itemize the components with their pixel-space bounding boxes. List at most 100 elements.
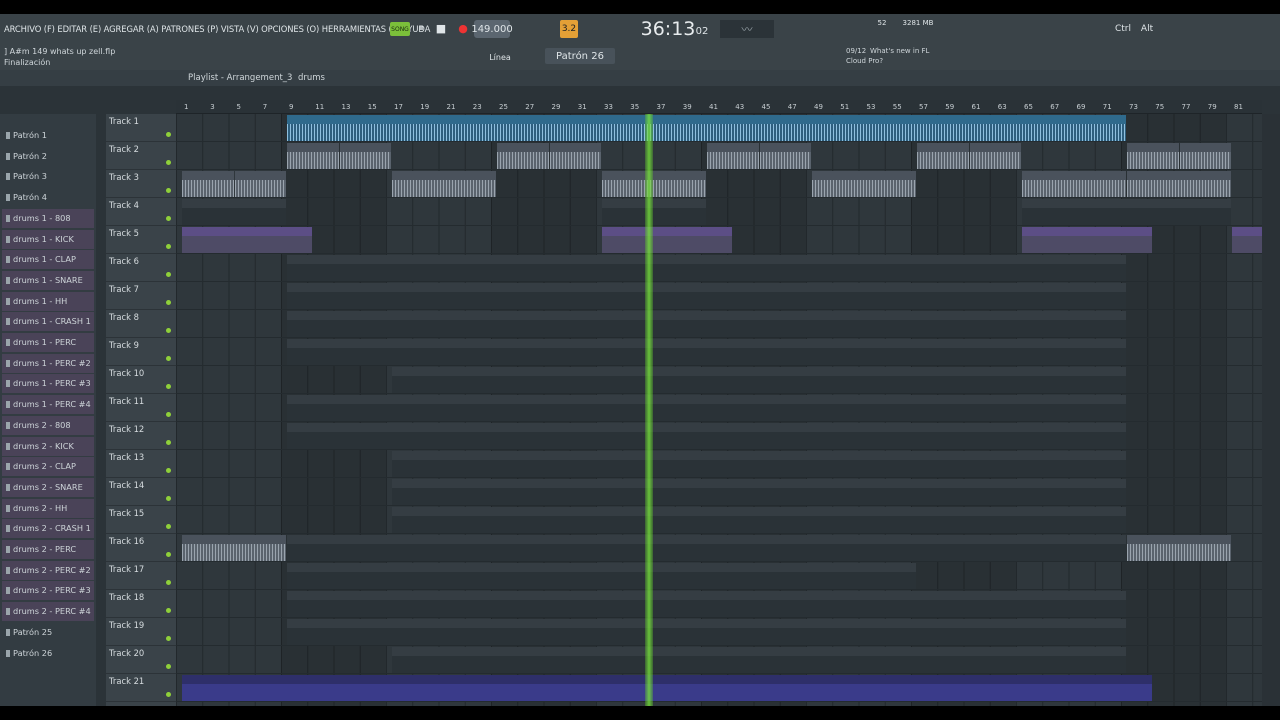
track-header[interactable]: Track 13 [106, 450, 176, 478]
track-header[interactable]: Track 12 [106, 422, 176, 450]
vertical-scrollbar[interactable] [1262, 114, 1280, 706]
pattern-item[interactable]: Patrón 1 [2, 126, 94, 145]
record-icon[interactable]: ● [456, 21, 470, 35]
track-mute-led[interactable] [166, 272, 171, 277]
playlist-clip[interactable]: drum..C #4 [392, 507, 1126, 533]
pattern-item[interactable]: drums 2 - 808 [2, 415, 94, 435]
pattern-item[interactable]: Patrón 3 [2, 167, 94, 186]
playlist-clip[interactable]: me.. [392, 171, 496, 197]
playlist-clip[interactable]: melo 2 [287, 143, 339, 169]
pattern-item[interactable]: drums 1 - PERC [2, 333, 94, 352]
playlist-clip[interactable]: Patrón 26 [182, 199, 286, 225]
track-header[interactable]: Track 8 [106, 310, 176, 338]
track-mute-led[interactable] [166, 356, 171, 361]
pattern-item[interactable]: drums 2 - KICK [2, 436, 94, 456]
playlist-clip[interactable]: Endless Smile - LP - Intensit [1022, 227, 1153, 253]
playlist-clip[interactable]: drums..HH [287, 395, 1126, 421]
track-mute-led[interactable] [166, 552, 171, 557]
playlist-clip[interactable]: melo 1 [1127, 171, 1231, 197]
playlist-clip[interactable]: drum..C #3 [392, 367, 1126, 393]
playlist-clip[interactable]: drum..C #2 [392, 479, 1126, 505]
track-header[interactable]: Track 2 [106, 142, 176, 170]
pattern-item[interactable]: drums 1 - CRASH 1 [2, 312, 94, 332]
playlist-clip[interactable]: melo 2 [969, 143, 1021, 169]
track-header[interactable]: Track 11 [106, 394, 176, 422]
track-mute-led[interactable] [166, 300, 171, 305]
pattern-item[interactable]: drums 1 - PERC #2 [2, 353, 94, 373]
playlist-clip[interactable]: melo 2 [549, 143, 601, 169]
track-mute-led[interactable] [166, 216, 171, 221]
snap-select[interactable]: Línea [470, 50, 530, 64]
pattern-item[interactable]: drums 2 - PERC #4 [2, 602, 94, 622]
track-mute-led[interactable] [166, 384, 171, 389]
playlist-clip[interactable]: melo 2 [497, 143, 549, 169]
track-header[interactable]: Track 19 [106, 618, 176, 646]
track-mute-led[interactable] [166, 440, 171, 445]
track-header[interactable]: Track 9 [106, 338, 176, 366]
track-header[interactable]: Track 6 [106, 254, 176, 282]
playlist-clip[interactable]: melo 2 [759, 143, 811, 169]
track-header[interactable]: Track 16 [106, 534, 176, 562]
playlist-clip[interactable]: drums..808 [287, 255, 1126, 281]
step-button[interactable]: 3.2 [560, 20, 578, 38]
playlist-clip[interactable]: vox [287, 115, 1126, 141]
playlist-clip[interactable]: drum..KICK [287, 283, 1126, 309]
news-text-2[interactable]: Cloud Pro? [846, 57, 883, 65]
pattern-item[interactable]: drums 1 - SNARE [2, 270, 94, 290]
pattern-item[interactable]: drums 1 - KICK [2, 229, 94, 249]
playlist-grid[interactable]: vox melo 2 melo 2 melo 2 melo 2 melo 2 melo 2 m… [176, 114, 1262, 706]
pattern-item[interactable]: drums 1 - HH [2, 291, 94, 311]
track-header[interactable]: Track 1 [106, 114, 176, 142]
track-mute-led[interactable] [166, 524, 171, 529]
playlist-clip[interactable]: me.. [812, 171, 916, 197]
track-mute-led[interactable] [166, 580, 171, 585]
playlist-clip[interactable]: Patrón 26 [1022, 199, 1231, 225]
pattern-item[interactable]: drums 1 - 808 [2, 208, 94, 228]
playlist-clip[interactable]: melo 2 [707, 143, 759, 169]
playlist-clip[interactable] [182, 675, 1153, 701]
pattern-item[interactable]: drums 2 - CRASH 1 [2, 519, 94, 539]
track-header[interactable]: Track 10 [106, 366, 176, 394]
track-header[interactable]: Track 15 [106, 506, 176, 534]
pattern-item[interactable]: drums 1 - PERC #3 [2, 374, 94, 394]
playlist-clip[interactable]: drums [1127, 535, 1231, 561]
playlist-clip[interactable]: fx #4 [287, 619, 1126, 645]
track-header[interactable]: Track 7 [106, 282, 176, 310]
pattern-item[interactable]: Patrón 4 [2, 188, 94, 207]
pattern-item[interactable]: Patrón 26 [2, 644, 94, 663]
playlist-clip[interactable]: fx #3 [287, 591, 1126, 617]
playlist-clip[interactable]: Endless Smile - LP - Intensit [602, 227, 733, 253]
track-mute-led[interactable] [166, 412, 171, 417]
playlist-clip[interactable]: drum..NARE [287, 339, 1126, 365]
pattern-item[interactable]: drums 2 - PERC #3 [2, 581, 94, 601]
track-mute-led[interactable] [166, 468, 171, 473]
playlist-clip[interactable]: drums [182, 535, 286, 561]
playlist-clip[interactable]: En..t [1232, 227, 1262, 253]
track-header[interactable]: Track 20 [106, 646, 176, 674]
track-header[interactable]: Track 18 [106, 590, 176, 618]
playlist-clip[interactable]: me.. [602, 171, 706, 197]
pattern-item[interactable]: drums 2 - PERC #2 [2, 560, 94, 580]
playlist-clip[interactable]: Pa..6 [602, 199, 706, 225]
track-mute-led[interactable] [166, 188, 171, 193]
track-mute-led[interactable] [166, 132, 171, 137]
playlist-clip[interactable]: melo 2 [917, 143, 969, 169]
track-header[interactable]: Track 17 [106, 562, 176, 590]
playlist-clip[interactable]: fx #7 [392, 647, 1126, 673]
track-mute-led[interactable] [166, 160, 171, 165]
timeline-ruler[interactable]: 1 3 5 7 9 11 13 15 17 19 21 23 25 27 29 31 33 35 37 39 41 43 4… [176, 100, 1262, 114]
track-mute-led[interactable] [166, 636, 171, 641]
track-mute-led[interactable] [166, 664, 171, 669]
playlist-clip[interactable]: me.. [1022, 171, 1126, 197]
playlist-clip[interactable]: drum..CLAP [287, 311, 1126, 337]
playlist-clip[interactable]: melo 2 [1179, 143, 1231, 169]
playlist-clip[interactable]: melo 1 [182, 171, 234, 197]
playlist-clip[interactable]: Endless Smile - LP - Intensit [182, 227, 313, 253]
playlist-clip[interactable]: fx [287, 535, 1126, 561]
pattern-item[interactable]: drums 2 - PERC [2, 540, 94, 559]
pattern-item[interactable]: Patrón 2 [2, 147, 94, 166]
track-header[interactable]: Track 21 [106, 674, 176, 702]
main-menu[interactable]: ARCHIVO (F) EDITAR (E) AGREGAR (A) PATRO… [4, 24, 430, 34]
track-mute-led[interactable] [166, 244, 171, 249]
pattern-item[interactable]: drums 2 - SNARE [2, 477, 94, 497]
